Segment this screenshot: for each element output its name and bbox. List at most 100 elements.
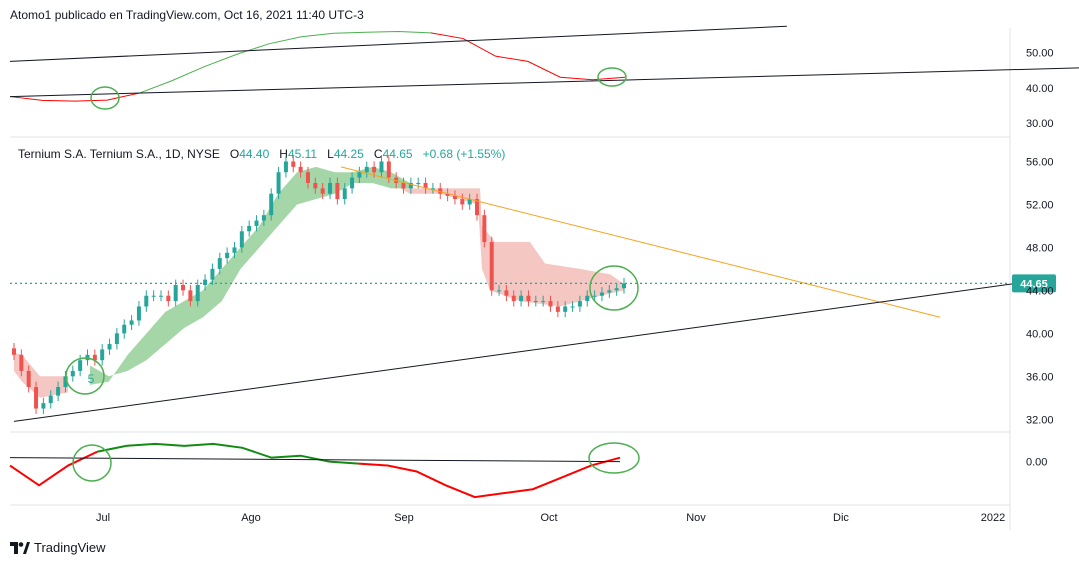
y-tick-label: 48.00 <box>1026 242 1054 254</box>
candle-body <box>401 182 406 189</box>
candle-body <box>497 290 502 292</box>
candle <box>291 156 296 173</box>
candle-body <box>533 301 538 303</box>
candle <box>136 301 141 326</box>
time-axis[interactable]: Jul Ago Sep Oct Nov Dic 2022 <box>96 512 1005 524</box>
candle-body <box>34 387 39 409</box>
candle-body <box>225 252 230 259</box>
candle <box>181 279 186 296</box>
candle-body <box>217 258 222 269</box>
candle-body <box>386 161 391 178</box>
candle <box>247 220 252 237</box>
candle-body <box>328 182 333 194</box>
candle-body <box>607 290 612 293</box>
candle-body <box>78 360 83 371</box>
candle-body <box>364 166 369 173</box>
candle-body <box>460 199 465 205</box>
candle-body <box>151 295 156 297</box>
candle <box>158 290 163 302</box>
candle <box>70 365 75 382</box>
candle-body <box>313 182 318 189</box>
candle <box>489 236 494 296</box>
candle-body <box>188 290 193 302</box>
candle-body <box>379 161 384 173</box>
candle-body <box>320 188 325 194</box>
candle <box>151 290 156 302</box>
candle-body <box>291 161 296 167</box>
marker-label: 5 <box>88 372 95 386</box>
candle-body <box>195 285 200 302</box>
y-tick-label: 56.00 <box>1026 156 1054 168</box>
candle-body <box>136 306 141 321</box>
y-tick-label: 32.00 <box>1026 414 1054 426</box>
highlight-circle <box>72 444 112 482</box>
candle <box>283 156 288 178</box>
candle-body <box>577 301 582 307</box>
brand-name: TradingView <box>34 540 106 555</box>
candle-body <box>173 285 178 302</box>
x-tick-label: Dic <box>833 512 849 524</box>
highlight-circle <box>588 442 640 474</box>
candle-body <box>519 295 524 302</box>
y-tick-label: 30.00 <box>1026 118 1054 130</box>
price-panel: 5 <box>10 156 1043 422</box>
x-tick-label: Sep <box>394 512 414 524</box>
candle-body <box>181 285 186 291</box>
candle-body <box>210 268 215 280</box>
x-tick-label: Jul <box>96 512 110 524</box>
candle-body <box>129 320 134 325</box>
candle-body <box>276 172 281 194</box>
candle-body <box>548 301 553 307</box>
candle-body <box>12 348 16 355</box>
candle-body <box>122 324 127 334</box>
candle-body <box>70 370 75 377</box>
candle-body <box>269 193 274 216</box>
candle-body <box>416 182 421 184</box>
ichimoku-cloud-bull <box>90 166 410 385</box>
candle-body <box>283 161 288 173</box>
tradingview-logo-icon <box>10 541 30 554</box>
candle-body <box>239 231 244 248</box>
chart-canvas[interactable]: 5 Jul Ago Sep Oct Nov Dic 2022 50.00 40.00 30.00… <box>0 0 1079 566</box>
candle-body <box>107 344 112 350</box>
y-tick-label: 36.00 <box>1026 371 1054 383</box>
candle <box>122 319 127 339</box>
trendline-0 <box>340 166 941 318</box>
oscillator-line-segment-1 <box>96 442 359 465</box>
candle-body <box>541 301 546 303</box>
candle <box>166 290 171 307</box>
candle-body <box>247 225 252 232</box>
rsi-line-segment-1 <box>139 31 431 94</box>
candle <box>129 315 134 331</box>
candle <box>107 338 112 355</box>
candle-body <box>48 395 53 404</box>
y-tick-label: 44.00 <box>1026 285 1054 297</box>
candle <box>41 397 46 414</box>
tradingview-brand[interactable]: TradingView <box>10 540 106 555</box>
candle-body <box>592 295 597 297</box>
y-tick-label: 50.00 <box>1026 48 1054 60</box>
x-tick-label: Ago <box>241 512 261 524</box>
candle-body <box>622 283 626 289</box>
candle-body <box>114 333 119 345</box>
candle-body <box>350 177 355 189</box>
candle-body <box>26 370 31 388</box>
candle-body <box>298 166 303 173</box>
y-tick-label: 52.00 <box>1026 199 1054 211</box>
candle <box>482 209 487 248</box>
y-tick-label: 40.00 <box>1026 83 1054 95</box>
x-tick-label: Nov <box>686 512 706 524</box>
oscillator-panel <box>9 442 640 499</box>
top-trendline-1 <box>9 67 1079 98</box>
candle-body <box>452 195 457 200</box>
rsi-line-segment-0 <box>9 92 140 102</box>
candle <box>144 290 149 312</box>
y-tick-label: 0.00 <box>1026 457 1047 469</box>
candle-body <box>166 295 171 302</box>
candle <box>92 349 97 366</box>
y-tick-label: 40.00 <box>1026 328 1054 340</box>
candle-body <box>585 295 590 302</box>
price-axes[interactable]: 50.0040.0030.0044.6556.0052.0048.0044.00… <box>1012 48 1056 469</box>
candle-body <box>261 215 266 221</box>
candle-body <box>305 172 310 183</box>
